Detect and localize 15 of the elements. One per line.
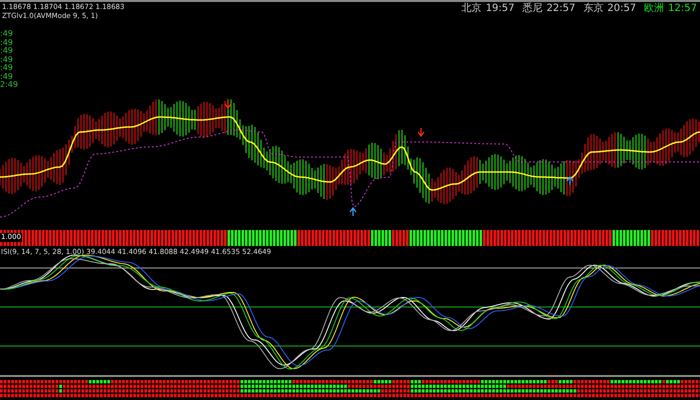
time-label: :49 (0, 30, 14, 38)
clock-time: 20:57 (607, 3, 636, 16)
time-label: :49 (0, 72, 14, 81)
time-label: :49 (0, 47, 14, 56)
time-label: 2:49 (0, 81, 19, 90)
time-label: :49 (0, 38, 14, 47)
city-label: 北京 (462, 3, 482, 16)
city-label: 欧洲 (644, 3, 664, 16)
clock-time: 22:57 (546, 3, 576, 16)
time-label: :49 (0, 56, 14, 64)
clock-time: 12:57 (668, 3, 697, 16)
city-label: 悉尼 (522, 3, 543, 16)
time-label: :49 (0, 64, 14, 72)
city-label: 东京 (583, 3, 604, 16)
clock-time: 19:57 (486, 3, 515, 16)
